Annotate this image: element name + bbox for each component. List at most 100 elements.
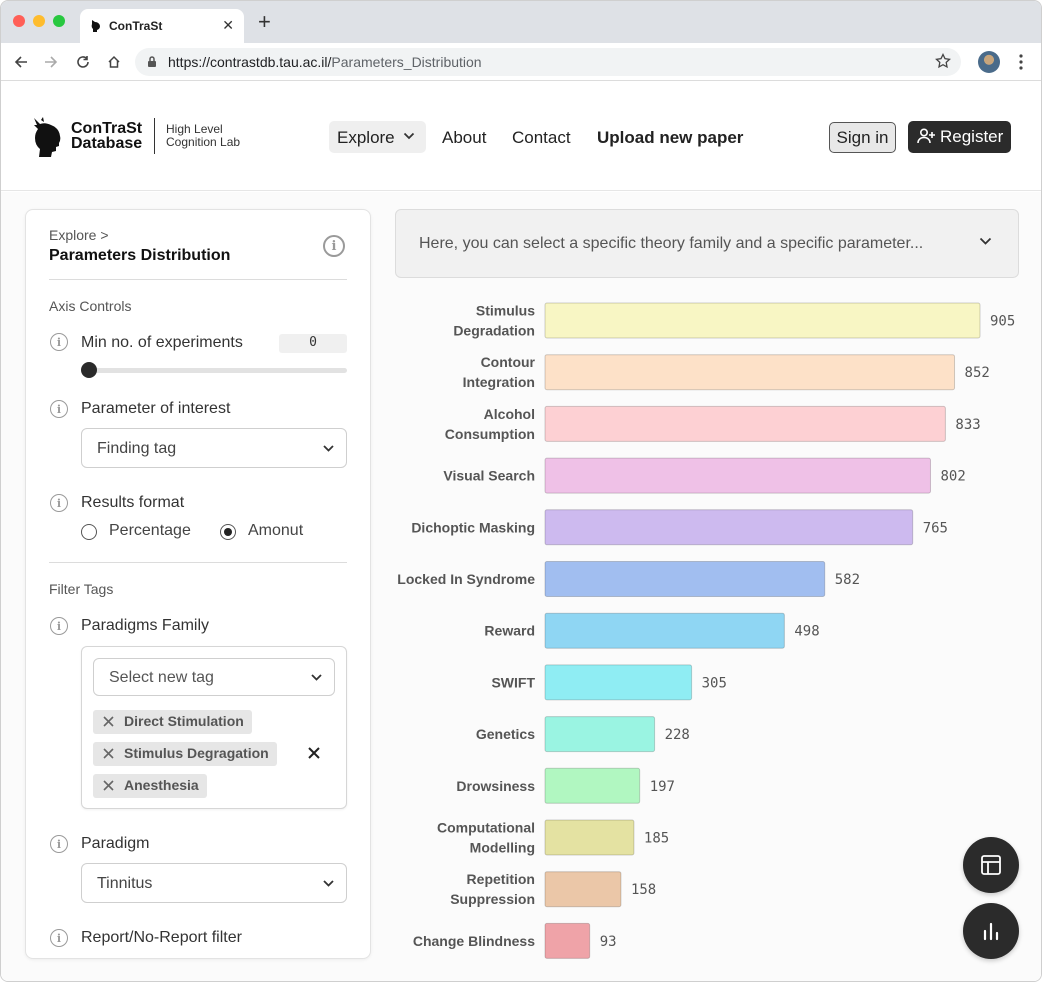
category-label: Computational Modelling <box>437 820 535 856</box>
results-format-info-icon[interactable]: i <box>50 494 68 512</box>
amount-radio-label[interactable]: Amonut <box>248 522 303 540</box>
min-experiments-slider[interactable] <box>89 368 347 373</box>
maximize-window-button[interactable] <box>53 15 65 27</box>
remove-tag-icon[interactable] <box>103 716 114 727</box>
tag-select[interactable]: Select new tag <box>93 658 335 696</box>
value-label: 93 <box>600 934 617 950</box>
chevron-down-icon <box>311 674 322 681</box>
value-label: 185 <box>644 831 669 847</box>
logo-separator <box>154 118 155 154</box>
value-label: 905 <box>990 314 1015 330</box>
percentage-radio-label[interactable]: Percentage <box>109 522 191 540</box>
tag-chip[interactable]: Direct Stimulation <box>93 710 252 734</box>
head-favicon-icon <box>91 20 100 32</box>
slider-thumb[interactable] <box>81 362 97 378</box>
profile-avatar[interactable] <box>978 51 1000 73</box>
category-label: Reward <box>484 623 535 639</box>
paradigm-value: Tinnitus <box>97 875 153 892</box>
clear-all-tags-icon[interactable] <box>308 747 320 759</box>
browser-menu-icon[interactable] <box>1016 53 1026 71</box>
bar[interactable] <box>544 716 656 753</box>
site-header: ConTraSt Database High Level Cognition L… <box>1 81 1041 191</box>
bar[interactable] <box>544 354 956 391</box>
value-label: 765 <box>923 520 948 536</box>
min-experiments-info-icon[interactable]: i <box>50 333 68 351</box>
category-label: Repetition Suppression <box>450 871 535 907</box>
bar[interactable] <box>544 509 914 546</box>
parameter-select[interactable]: Finding tag <box>81 428 347 468</box>
home-icon[interactable] <box>105 53 123 71</box>
bar[interactable] <box>544 561 826 597</box>
paradigms-family-info-icon[interactable]: i <box>50 617 68 635</box>
bar[interactable] <box>544 871 622 908</box>
minimize-window-button[interactable] <box>33 15 45 27</box>
amount-radio[interactable] <box>220 524 236 540</box>
forward-arrow-icon[interactable] <box>42 53 60 71</box>
head-logo-icon[interactable] <box>31 116 65 158</box>
bookmark-star-icon[interactable] <box>935 53 951 69</box>
nav-upload-link[interactable]: Upload new paper <box>597 128 743 148</box>
results-format-label: Results format <box>81 494 185 511</box>
value-label: 833 <box>955 417 980 433</box>
bar[interactable] <box>544 664 693 701</box>
bar[interactable] <box>544 405 946 442</box>
sign-in-button[interactable]: Sign in <box>829 122 896 153</box>
bar[interactable] <box>544 922 591 959</box>
page-title: Parameters Distribution <box>49 247 231 264</box>
parameter-info-icon[interactable]: i <box>50 400 68 418</box>
remove-tag-icon[interactable] <box>103 780 114 791</box>
parameter-label: Parameter of interest <box>81 400 231 417</box>
close-window-button[interactable] <box>13 15 25 27</box>
paradigm-info-icon[interactable]: i <box>50 835 68 853</box>
back-arrow-icon[interactable] <box>12 53 30 71</box>
breadcrumb[interactable]: Explore > <box>49 227 109 243</box>
paradigm-select[interactable]: Tinnitus <box>81 863 347 903</box>
lab-line-2: Cognition Lab <box>166 135 241 149</box>
logo-line-1: ConTraSt <box>71 120 143 137</box>
category-label: Visual Search <box>443 468 535 484</box>
lock-icon <box>148 56 156 67</box>
chevron-down-icon <box>323 880 334 887</box>
page-info-icon[interactable]: i <box>323 235 345 257</box>
nav-contact-link[interactable]: Contact <box>512 128 571 148</box>
value-label: 305 <box>702 675 727 691</box>
filters-sidebar: Explore > Parameters Distribution i Axis… <box>25 209 371 959</box>
reload-icon[interactable] <box>74 53 92 71</box>
register-button[interactable]: Register <box>908 121 1011 153</box>
nav-explore-dropdown[interactable]: Explore <box>329 121 426 153</box>
tag-chip[interactable]: Stimulus Degragation <box>93 742 277 766</box>
filter-tags-heading: Filter Tags <box>49 581 114 597</box>
report-filter-info-icon[interactable]: i <box>50 929 68 947</box>
percentage-radio[interactable] <box>81 524 97 540</box>
register-label: Register <box>940 127 1004 146</box>
bar[interactable] <box>544 302 981 339</box>
chevron-down-icon <box>979 237 992 245</box>
category-label: Change Blindness <box>413 933 535 949</box>
table-view-button[interactable] <box>963 837 1019 893</box>
browser-toolbar: https://contrastdb.tau.ac.il/Parameters_… <box>1 43 1041 81</box>
tab-close-icon[interactable]: ✕ <box>222 17 234 34</box>
divider <box>49 279 347 280</box>
logo-text[interactable]: ConTraSt Database <box>71 120 143 152</box>
remove-tag-icon[interactable] <box>103 748 114 759</box>
min-experiments-input[interactable]: 0 <box>279 334 347 353</box>
lab-name: High Level Cognition Lab <box>166 123 240 149</box>
bar[interactable] <box>544 457 931 494</box>
description-accordion[interactable]: Here, you can select a specific theory f… <box>395 209 1019 278</box>
category-label: Locked In Syndrome <box>397 571 535 587</box>
bar[interactable] <box>544 612 785 649</box>
browser-tab[interactable]: ConTraSt ✕ <box>80 9 244 43</box>
nav-about-link[interactable]: About <box>442 128 486 148</box>
address-bar[interactable]: https://contrastdb.tau.ac.il/Parameters_… <box>135 48 961 76</box>
chart-view-button[interactable] <box>963 903 1019 959</box>
tag-chip[interactable]: Anesthesia <box>93 774 207 798</box>
browser-window: ConTraSt ✕ + https://contrastdb.tau.ac.i… <box>0 0 1042 982</box>
new-tab-icon[interactable]: + <box>258 11 271 33</box>
url-text: https://contrastdb.tau.ac.il/Parameters_… <box>168 54 482 70</box>
category-label: SWIFT <box>491 674 535 690</box>
bar[interactable] <box>544 767 641 804</box>
description-text: Here, you can select a specific theory f… <box>419 235 924 252</box>
axis-controls-heading: Axis Controls <box>49 298 132 314</box>
bar[interactable] <box>544 819 635 856</box>
value-label: 158 <box>631 882 656 898</box>
